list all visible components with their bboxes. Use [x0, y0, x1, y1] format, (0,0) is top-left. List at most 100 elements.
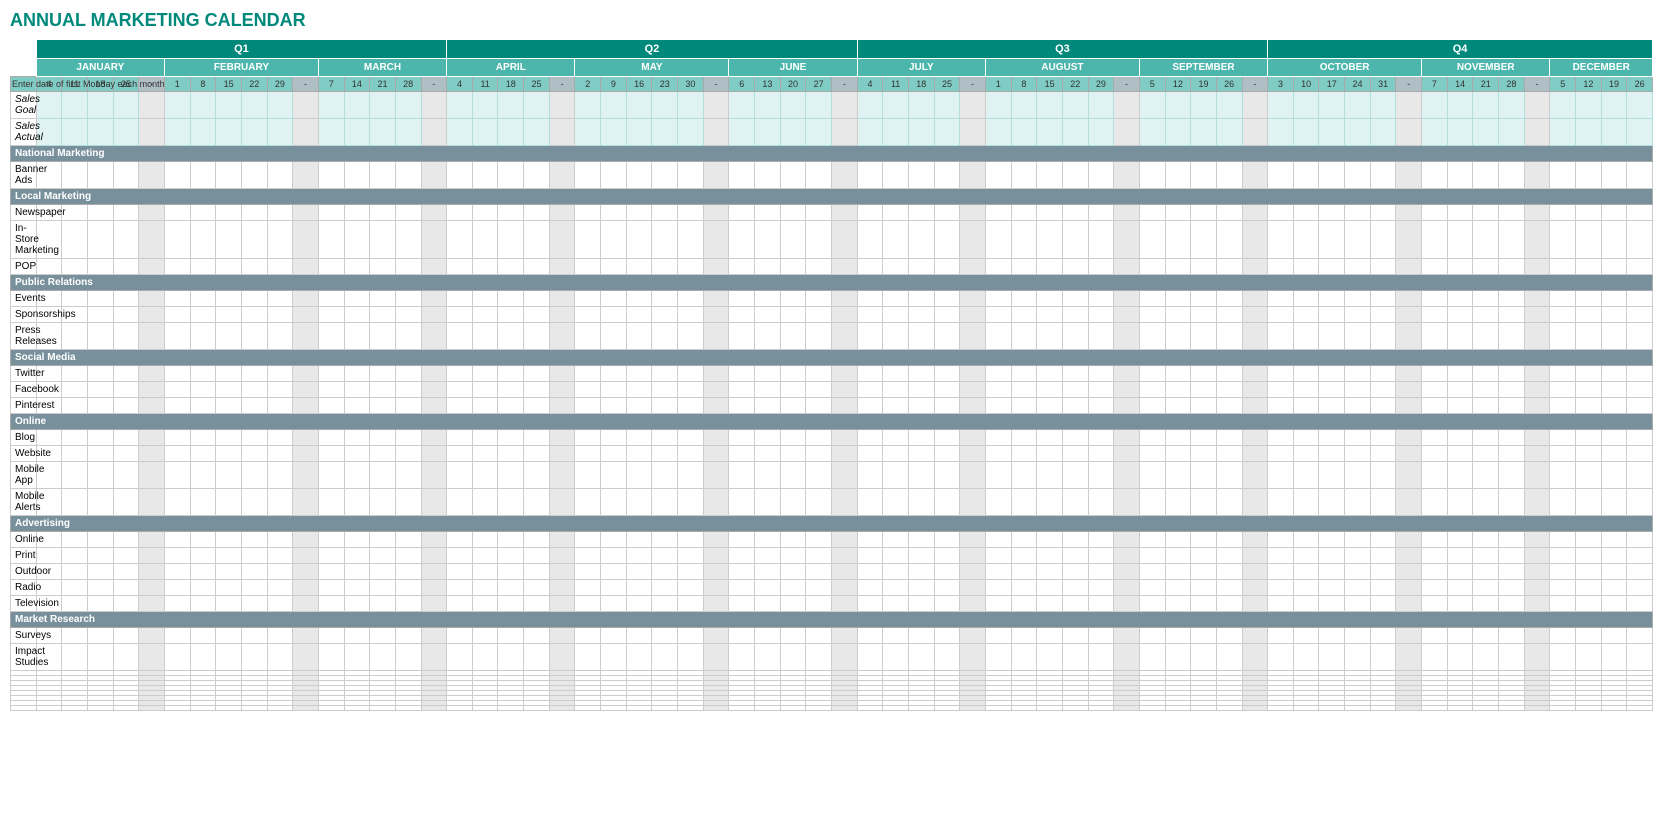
data-cell-r25-m11-d2[interactable] [1601, 580, 1627, 596]
data-cell-r29-m0-d1[interactable] [62, 644, 88, 671]
data-cell-r18-m7-d0[interactable] [985, 446, 1011, 462]
data-cell-r9-m7-d2[interactable] [1037, 291, 1063, 307]
data-cell-r26-m5-d1[interactable] [755, 596, 781, 612]
data-cell-r25-m4-d0[interactable] [575, 580, 601, 596]
data-cell-r14-m6-d0[interactable] [857, 382, 883, 398]
data-cell-r6-m9-d4[interactable] [1370, 221, 1396, 259]
data-cell-r17-m11-d2[interactable] [1601, 430, 1627, 446]
data-cell-r19-m9-d4[interactable] [1370, 462, 1396, 489]
data-cell-r0-m10-d0[interactable] [1422, 92, 1448, 119]
data-cell-r10-m6-d3[interactable] [934, 307, 960, 323]
data-cell-r22-m2-d2[interactable] [370, 532, 396, 548]
data-cell-r19-m6-d2[interactable] [908, 462, 934, 489]
data-cell-r14-m9-d0[interactable] [1268, 382, 1294, 398]
data-cell-r6-m0-d2[interactable] [87, 221, 113, 259]
data-cell-r37-m9-d1[interactable] [1293, 706, 1319, 711]
data-cell-r3-m5-d3[interactable] [806, 162, 832, 189]
data-cell-r1-m9-d1[interactable] [1293, 119, 1319, 146]
data-cell-r20-m8-d2[interactable] [1191, 489, 1217, 516]
data-cell-r26-m3-d0[interactable] [447, 596, 473, 612]
data-cell-r1-m9-d4[interactable] [1370, 119, 1396, 146]
data-cell-r3-m3-d2[interactable] [498, 162, 524, 189]
data-cell-r7-m5-d3[interactable] [806, 259, 832, 275]
data-cell-r5-m3-d1[interactable] [472, 205, 498, 221]
data-cell-r28-m10-d2[interactable] [1473, 628, 1499, 644]
data-cell-r11-m3-d0[interactable] [447, 323, 473, 350]
data-cell-r13-m9-d2[interactable] [1319, 366, 1345, 382]
data-cell-r11-m8-d0[interactable] [1139, 323, 1165, 350]
data-cell-r5-m9-d4[interactable] [1370, 205, 1396, 221]
data-cell-r24-m0-d3[interactable] [113, 564, 139, 580]
data-cell-r22-m10-d3[interactable] [1499, 532, 1525, 548]
data-cell-r10-m7-d2[interactable] [1037, 307, 1063, 323]
data-cell-r5-m7-d4[interactable] [1088, 205, 1114, 221]
data-cell-r20-m2-d3[interactable] [395, 489, 421, 516]
data-cell-r28-m4-d3[interactable] [652, 628, 678, 644]
data-cell-r0-m3-d0[interactable] [447, 92, 473, 119]
data-cell-r26-m6-d0[interactable] [857, 596, 883, 612]
data-cell-r37-m5-d2[interactable] [780, 706, 806, 711]
data-cell-r17-m1-d3[interactable] [241, 430, 267, 446]
data-cell-r15-m9-d0[interactable] [1268, 398, 1294, 414]
data-cell-r7-m5-d1[interactable] [755, 259, 781, 275]
data-cell-r9-m4-d3[interactable] [652, 291, 678, 307]
data-cell-r15-m5-d1[interactable] [755, 398, 781, 414]
data-cell-r28-m0-d1[interactable] [62, 628, 88, 644]
data-cell-r17-m1-d0[interactable] [164, 430, 190, 446]
data-cell-r7-m5-d2[interactable] [780, 259, 806, 275]
data-cell-r5-m10-d2[interactable] [1473, 205, 1499, 221]
data-cell-r11-m10-d3[interactable] [1499, 323, 1525, 350]
data-cell-r28-m6-d0[interactable] [857, 628, 883, 644]
data-cell-r13-m2-d3[interactable] [395, 366, 421, 382]
data-cell-r17-m8-d2[interactable] [1191, 430, 1217, 446]
data-cell-r24-m11-d1[interactable] [1576, 564, 1602, 580]
data-cell-r1-m6-d0[interactable] [857, 119, 883, 146]
data-cell-r19-m4-d1[interactable] [601, 462, 627, 489]
data-cell-r14-m2-d3[interactable] [395, 382, 421, 398]
data-cell-r3-m3-d0[interactable] [447, 162, 473, 189]
data-cell-r1-m10-d3[interactable] [1499, 119, 1525, 146]
data-cell-r20-m3-d1[interactable] [472, 489, 498, 516]
data-cell-r0-m9-d3[interactable] [1345, 92, 1371, 119]
data-cell-r10-m1-d0[interactable] [164, 307, 190, 323]
data-cell-r17-m10-d1[interactable] [1447, 430, 1473, 446]
data-cell-r15-m8-d1[interactable] [1165, 398, 1191, 414]
data-cell-r18-m6-d0[interactable] [857, 446, 883, 462]
data-cell-r22-m10-d2[interactable] [1473, 532, 1499, 548]
data-cell-r18-m9-d2[interactable] [1319, 446, 1345, 462]
data-cell-r17-m3-d2[interactable] [498, 430, 524, 446]
data-cell-r28-m4-d4[interactable] [678, 628, 704, 644]
data-cell-r23-m6-d2[interactable] [908, 548, 934, 564]
data-cell-r25-m10-d2[interactable] [1473, 580, 1499, 596]
data-cell-r23-m4-d1[interactable] [601, 548, 627, 564]
data-cell-r14-m4-d0[interactable] [575, 382, 601, 398]
data-cell-r26-m6-d1[interactable] [883, 596, 909, 612]
data-cell-r25-m8-d0[interactable] [1139, 580, 1165, 596]
data-cell-r25-m1-d2[interactable] [216, 580, 242, 596]
data-cell-r26-m1-d1[interactable] [190, 596, 216, 612]
data-cell-r7-m8-d2[interactable] [1191, 259, 1217, 275]
data-cell-r29-m9-d2[interactable] [1319, 644, 1345, 671]
data-cell-r3-m11-d3[interactable] [1627, 162, 1653, 189]
data-cell-r17-m7-d0[interactable] [985, 430, 1011, 446]
data-cell-r19-m11-d2[interactable] [1601, 462, 1627, 489]
data-cell-r1-m6-d1[interactable] [883, 119, 909, 146]
data-cell-r20-m8-d3[interactable] [1216, 489, 1242, 516]
data-cell-r3-m7-d2[interactable] [1037, 162, 1063, 189]
data-cell-r5-m6-d2[interactable] [908, 205, 934, 221]
data-cell-r20-m7-d1[interactable] [1011, 489, 1037, 516]
data-cell-r24-m7-d0[interactable] [985, 564, 1011, 580]
data-cell-r3-m9-d1[interactable] [1293, 162, 1319, 189]
data-cell-r15-m4-d2[interactable] [626, 398, 652, 414]
data-cell-r0-m6-d2[interactable] [908, 92, 934, 119]
data-cell-r6-m9-d1[interactable] [1293, 221, 1319, 259]
data-cell-r10-m0-d2[interactable] [87, 307, 113, 323]
data-cell-r26-m8-d3[interactable] [1216, 596, 1242, 612]
data-cell-r28-m9-d0[interactable] [1268, 628, 1294, 644]
data-cell-r28-m3-d3[interactable] [524, 628, 550, 644]
data-cell-r10-m4-d2[interactable] [626, 307, 652, 323]
data-cell-r20-m2-d0[interactable] [318, 489, 344, 516]
data-cell-r7-m1-d0[interactable] [164, 259, 190, 275]
data-cell-r14-m3-d0[interactable] [447, 382, 473, 398]
data-cell-r0-m6-d0[interactable] [857, 92, 883, 119]
